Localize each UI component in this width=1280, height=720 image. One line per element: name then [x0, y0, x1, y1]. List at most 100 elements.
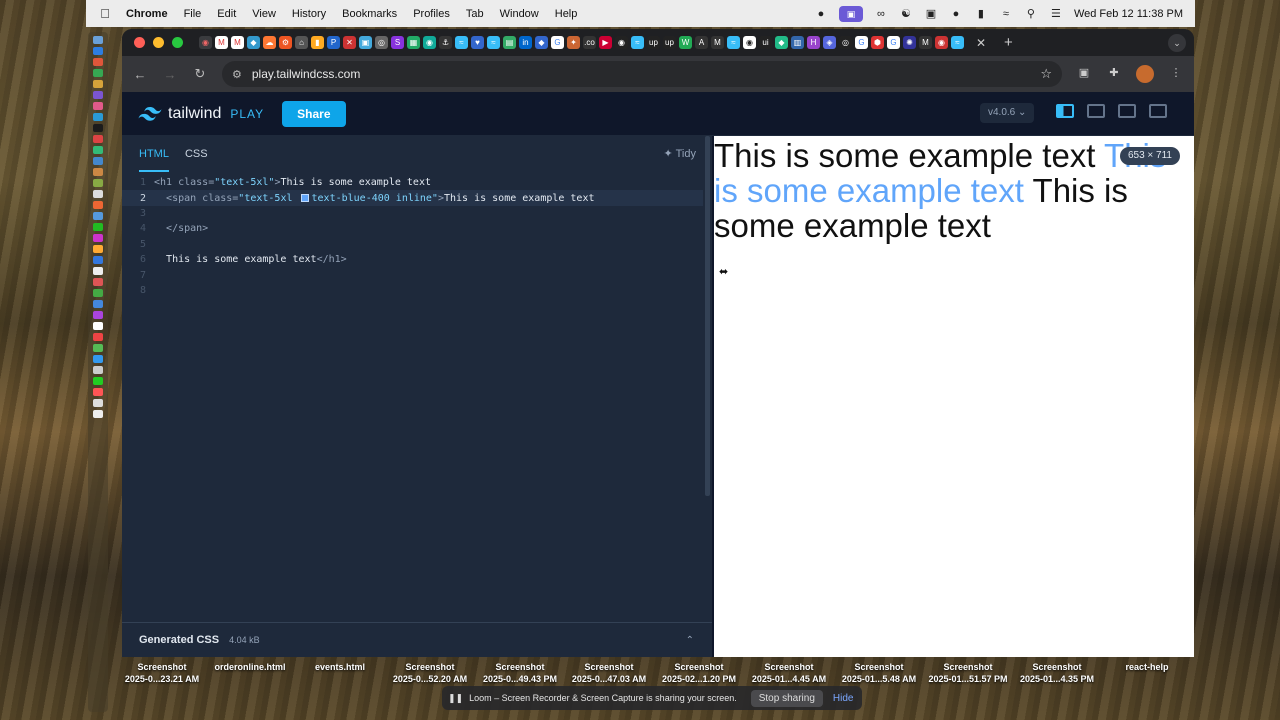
upwork-favicon[interactable]: up: [663, 36, 676, 49]
dock-app-icon[interactable]: [93, 344, 103, 352]
dock-app-icon[interactable]: [93, 157, 103, 165]
dock-app-icon[interactable]: [93, 36, 103, 44]
code-line[interactable]: 3: [122, 206, 712, 221]
dock-app-icon[interactable]: [93, 278, 103, 286]
gmail-favicon[interactable]: M: [231, 36, 244, 49]
tab-css[interactable]: CSS: [185, 136, 208, 172]
battery-icon[interactable]: ▮: [974, 8, 988, 20]
dock-app-icon[interactable]: [93, 58, 103, 66]
github-favicon[interactable]: ◎: [839, 36, 852, 49]
desktop-file[interactable]: Screenshot 2025-0...47.03 AM: [566, 661, 652, 685]
tab-favicon[interactable]: ▣: [359, 36, 372, 49]
extensions-puzzle-icon[interactable]: ✚: [1106, 66, 1122, 82]
tab-favicon[interactable]: ui: [759, 36, 772, 49]
tailwind-favicon[interactable]: ≈: [631, 36, 644, 49]
desktop-file[interactable]: Screenshot 2025-0...23.21 AM: [110, 661, 214, 685]
zoom-window-button[interactable]: [172, 37, 183, 48]
menu-view[interactable]: View: [244, 8, 284, 20]
menu-bookmarks[interactable]: Bookmarks: [334, 8, 405, 20]
code-line[interactable]: 4 </span>: [122, 221, 712, 236]
tab-favicon[interactable]: ◈: [823, 36, 836, 49]
desktop-file[interactable]: Screenshot 2025-0...52.20 AM: [384, 661, 476, 685]
tab-favicon[interactable]: ☁: [263, 36, 276, 49]
tab-favicon[interactable]: M: [711, 36, 724, 49]
reload-icon[interactable]: ↻: [192, 66, 208, 82]
code-line[interactable]: 8: [122, 283, 712, 298]
tab-favicon[interactable]: ◉: [423, 36, 436, 49]
tab-favicon[interactable]: ✦: [567, 36, 580, 49]
layout-vertical-split-icon[interactable]: [1056, 104, 1074, 118]
tab-favicon[interactable]: H: [807, 36, 820, 49]
tab-favicon[interactable]: ◉: [935, 36, 948, 49]
desktop-file[interactable]: Screenshot 2025-01...4.45 AM: [744, 661, 834, 685]
tailwind-favicon[interactable]: ≈: [727, 36, 740, 49]
dock-app-icon[interactable]: [93, 410, 103, 418]
menu-window[interactable]: Window: [492, 8, 547, 20]
hide-button[interactable]: Hide: [833, 693, 854, 704]
apple-icon[interactable]: : [92, 6, 118, 21]
dock-app-icon[interactable]: [93, 102, 103, 110]
paypal-favicon[interactable]: P: [327, 36, 340, 49]
desktop-file[interactable]: Screenshot 2025-01...51.57 PM: [924, 661, 1012, 685]
back-arrow-icon[interactable]: ←: [132, 67, 148, 82]
tab-favicon[interactable]: ✕: [343, 36, 356, 49]
dock-app-icon[interactable]: [93, 168, 103, 176]
dock-app-icon[interactable]: [93, 311, 103, 319]
control-center-icon[interactable]: ☰: [1049, 8, 1063, 20]
chevron-up-icon[interactable]: ⌃: [686, 635, 694, 646]
google-favicon[interactable]: G: [855, 36, 868, 49]
desktop-file[interactable]: react-help: [1110, 661, 1184, 673]
minimize-window-button[interactable]: [153, 37, 164, 48]
url-text[interactable]: play.tailwindcss.com: [252, 67, 360, 81]
tab-favicon[interactable]: ◆: [247, 36, 260, 49]
tab-favicon[interactable]: W: [679, 36, 692, 49]
tailwind-play-logo[interactable]: tailwind PLAY: [138, 105, 264, 123]
tab-favicon[interactable]: ▤: [503, 36, 516, 49]
scrollbar-thumb[interactable]: [705, 136, 710, 496]
layout-horizontal-split-icon[interactable]: [1087, 104, 1105, 118]
responsive-design-mode-icon[interactable]: [1149, 104, 1167, 118]
gmail-favicon[interactable]: M: [215, 36, 228, 49]
tab-favicon[interactable]: ◉: [199, 36, 212, 49]
tab-favicon[interactable]: ◎: [375, 36, 388, 49]
close-tab-icon[interactable]: ✕: [972, 36, 990, 50]
dock-app-icon[interactable]: [93, 366, 103, 374]
desktop-file[interactable]: Screenshot 2025-02...1.20 PM: [654, 661, 744, 685]
close-window-button[interactable]: [134, 37, 145, 48]
site-settings-icon[interactable]: ⚙: [232, 68, 242, 81]
dock-app-icon[interactable]: [93, 322, 103, 330]
bookmark-star-icon[interactable]: ☆: [1040, 66, 1052, 82]
google-favicon[interactable]: G: [887, 36, 900, 49]
upwork-icon[interactable]: ●: [949, 8, 963, 20]
version-select[interactable]: v4.0.6 ⌄: [980, 103, 1035, 123]
menu-profiles[interactable]: Profiles: [405, 8, 458, 20]
dock-app-icon[interactable]: [93, 300, 103, 308]
dock-app-icon[interactable]: [93, 69, 103, 77]
dock-app-icon[interactable]: [93, 333, 103, 341]
tab-favicon[interactable]: .co: [583, 36, 596, 49]
dock-app-icon[interactable]: [93, 91, 103, 99]
code-editor[interactable]: 1 <h1 class="text-5xl">This is some exam…: [122, 175, 712, 298]
profile-avatar[interactable]: [1136, 65, 1154, 83]
tab-favicon[interactable]: A: [695, 36, 708, 49]
desktop-file[interactable]: Screenshot 2025-0...49.43 PM: [478, 661, 562, 685]
tab-favicon[interactable]: ▦: [407, 36, 420, 49]
dock-app-icon[interactable]: [93, 113, 103, 121]
tab-favicon[interactable]: ◉: [615, 36, 628, 49]
dock-app-icon[interactable]: [93, 190, 103, 198]
tab-favicon[interactable]: ⌂: [295, 36, 308, 49]
tab-favicon[interactable]: ⚙: [279, 36, 292, 49]
dock-app-icon[interactable]: [93, 289, 103, 297]
menu-tab[interactable]: Tab: [458, 8, 492, 20]
tailwind-favicon[interactable]: ≈: [951, 36, 964, 49]
dock-app-icon[interactable]: [93, 399, 103, 407]
dock-app-icon[interactable]: [93, 256, 103, 264]
new-tab-icon[interactable]: +: [1004, 34, 1013, 51]
youtube-favicon[interactable]: ▶: [599, 36, 612, 49]
menu-history[interactable]: History: [284, 8, 334, 20]
stop-sharing-button[interactable]: Stop sharing: [750, 689, 823, 707]
tab-favicon[interactable]: ⚓: [439, 36, 452, 49]
menu-app-name[interactable]: Chrome: [118, 8, 176, 20]
tailwind-favicon[interactable]: ≈: [455, 36, 468, 49]
tab-favicon[interactable]: ✺: [903, 36, 916, 49]
